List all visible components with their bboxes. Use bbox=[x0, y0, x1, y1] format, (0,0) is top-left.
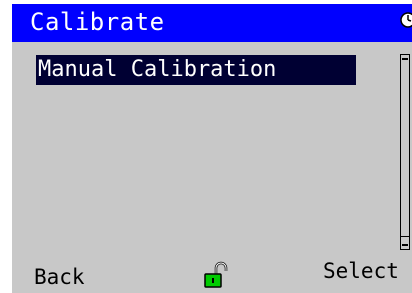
menu-panel: Manual Calibration Back Select bbox=[12, 42, 412, 293]
menu-item-label: Manual Calibration bbox=[38, 57, 277, 82]
unlocked-padlock-icon bbox=[203, 261, 229, 289]
scrollbar-bottom-cap[interactable] bbox=[400, 236, 410, 250]
menu-item-manual-calibration[interactable]: Manual Calibration bbox=[36, 55, 356, 85]
clock-icon bbox=[396, 8, 412, 36]
page-title: Calibrate bbox=[30, 8, 165, 36]
device-screen: Calibrate Manual Calibration Back Select bbox=[0, 0, 412, 293]
title-bar: Calibrate bbox=[12, 4, 412, 42]
select-softkey[interactable]: Select bbox=[323, 257, 399, 285]
back-softkey[interactable]: Back bbox=[34, 263, 85, 291]
scrollbar[interactable] bbox=[400, 54, 410, 250]
scrollbar-top-cap[interactable] bbox=[400, 54, 410, 68]
scrollbar-track[interactable] bbox=[400, 67, 410, 236]
